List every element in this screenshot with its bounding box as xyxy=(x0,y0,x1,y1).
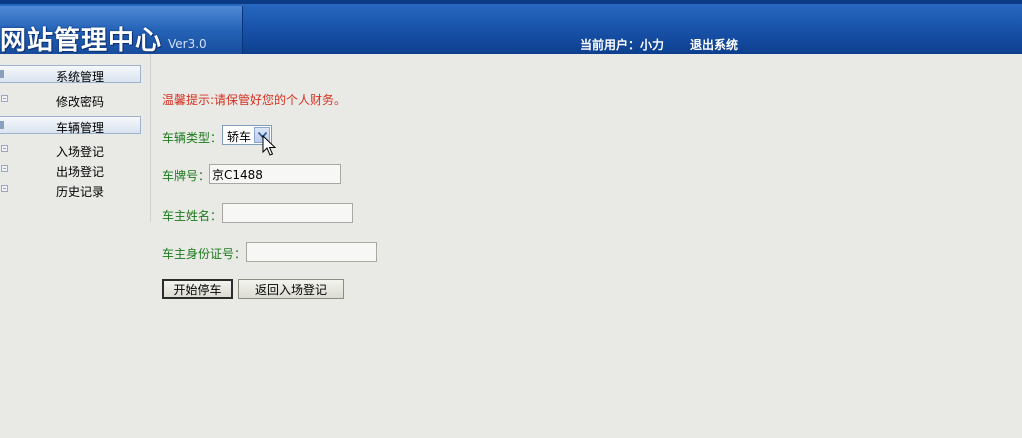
current-user-label: 当前用户：小力 xyxy=(580,38,665,52)
logout-link[interactable]: 退出系统 xyxy=(690,36,738,53)
owner-id-label: 车主身份证号： xyxy=(162,247,247,261)
vehicle-type-label: 车辆类型： xyxy=(162,131,223,145)
owner-name-input[interactable] xyxy=(222,203,353,223)
owner-name-label: 车主姓名： xyxy=(162,209,223,223)
sidebar-item-label: 出场登记 xyxy=(56,165,105,179)
collapse-box-icon xyxy=(1,185,8,192)
plate-number-label: 车牌号： xyxy=(162,169,211,183)
sidebar-item-label: 修改密码 xyxy=(56,95,105,109)
plate-number-input[interactable] xyxy=(209,164,341,184)
dropdown-arrow-icon[interactable] xyxy=(254,127,270,143)
banner-top-strip xyxy=(0,0,1022,4)
sidebar-group-label: 系统管理 xyxy=(56,70,105,84)
group-marker-icon xyxy=(0,70,4,78)
sidebar-item-entry-register[interactable]: 入场登记 xyxy=(0,141,141,159)
back-to-entry-button[interactable]: 返回入场登记 xyxy=(238,279,344,299)
warm-tip: 温馨提示:请保管好您的个人财务。 xyxy=(162,93,347,107)
sidebar-item-exit-register[interactable]: 出场登记 xyxy=(0,161,141,179)
version-label: Ver3.0 xyxy=(168,37,207,51)
start-parking-button[interactable]: 开始停车 xyxy=(162,279,233,299)
collapse-box-icon xyxy=(1,165,8,172)
top-banner: 网站管理中心 Ver3.0 当前用户：小力 退出系统 xyxy=(0,0,1022,56)
sidebar-group-vehicle[interactable]: 车辆管理 xyxy=(0,116,141,135)
sidebar-divider xyxy=(150,54,151,222)
owner-id-input[interactable] xyxy=(246,242,377,262)
group-marker-icon xyxy=(0,121,4,129)
vehicle-type-select[interactable]: 轿车 xyxy=(222,125,272,145)
sidebar-group-label: 车辆管理 xyxy=(56,121,105,135)
vehicle-type-value: 轿车 xyxy=(227,130,252,144)
collapse-box-icon xyxy=(1,145,8,152)
sidebar-item-history[interactable]: 历史记录 xyxy=(0,181,141,199)
sidebar-item-change-password[interactable]: 修改密码 xyxy=(0,91,141,109)
sidebar-group-system[interactable]: 系统管理 xyxy=(0,65,141,84)
collapse-box-icon xyxy=(1,95,8,102)
site-title: 网站管理中心 xyxy=(0,26,163,56)
sidebar: 系统管理 修改密码 车辆管理 入场登记 出场登记 历史记录 xyxy=(0,54,150,438)
sidebar-item-label: 入场登记 xyxy=(56,145,105,159)
sidebar-item-label: 历史记录 xyxy=(56,185,105,199)
